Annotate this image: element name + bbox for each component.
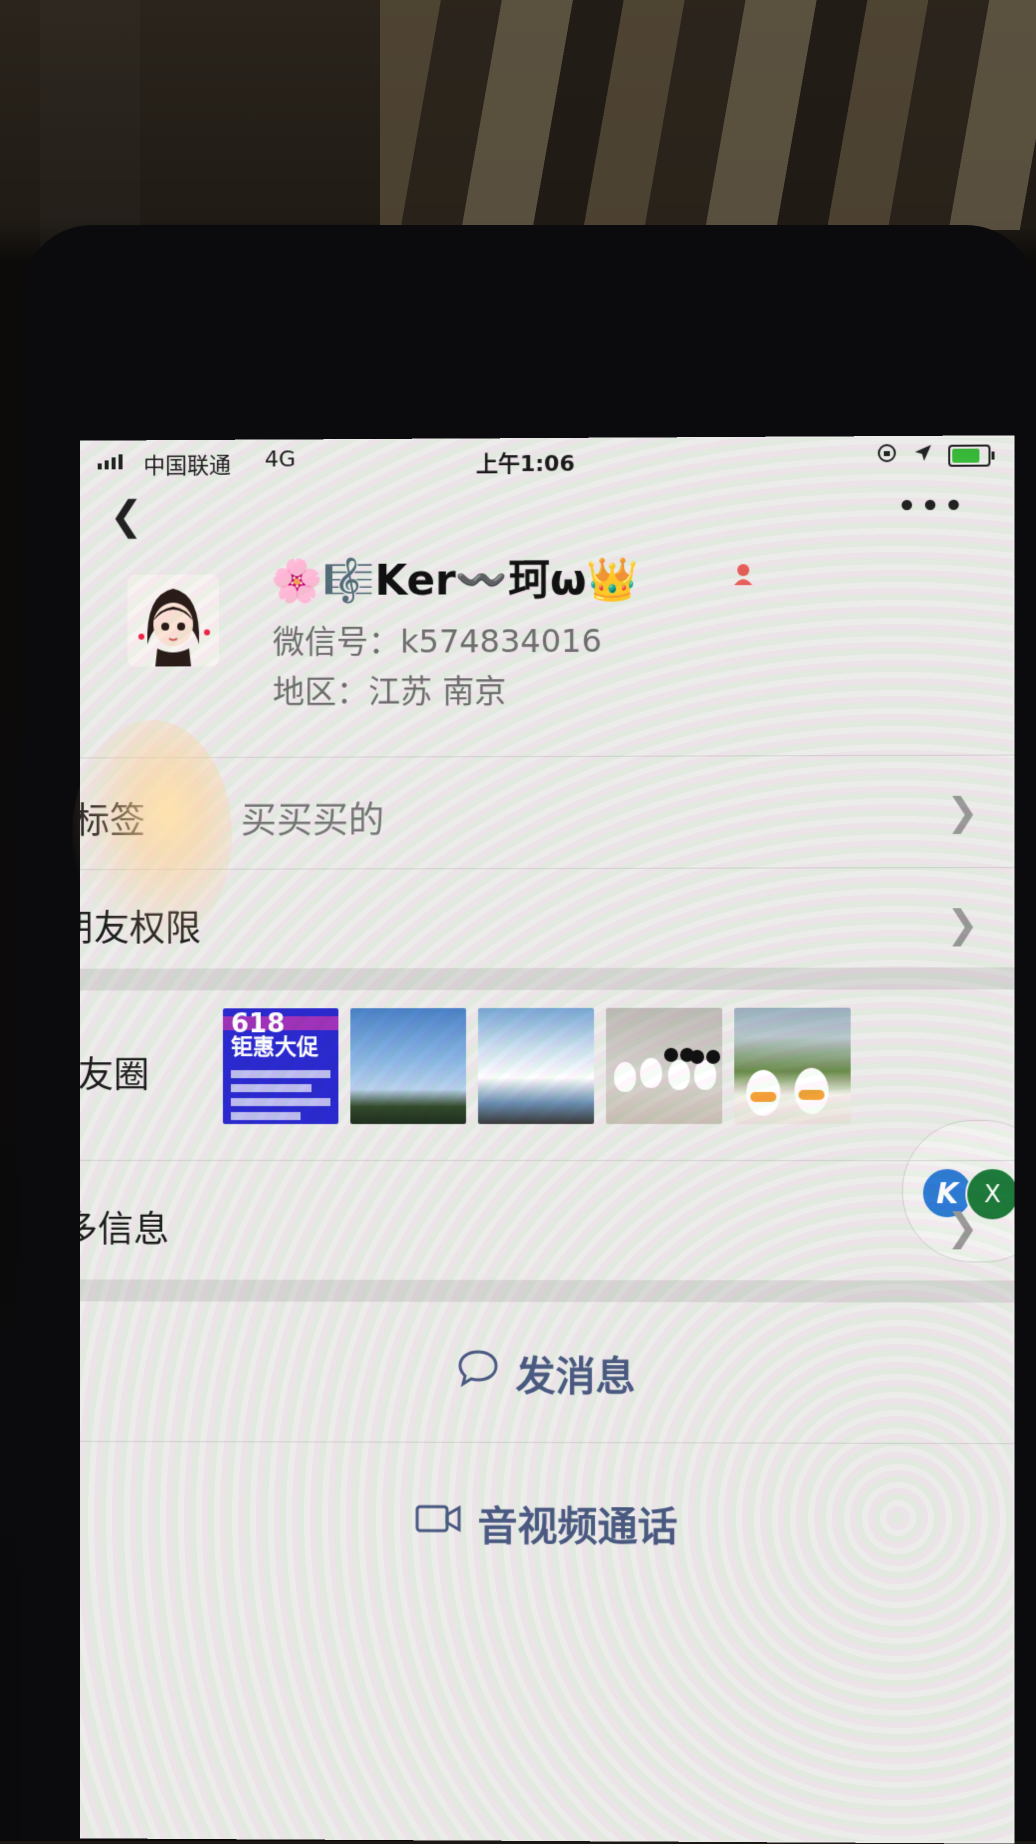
more-options-icon[interactable]: ••• — [896, 486, 966, 527]
action-divider — [80, 1441, 1015, 1444]
fabric-background — [380, 0, 1036, 230]
section-divider — [80, 1279, 1015, 1302]
back-icon[interactable]: ❮ — [110, 496, 143, 536]
section-divider — [80, 967, 1015, 990]
signal-icon — [98, 454, 123, 469]
video-call-label: 音视频通话 — [478, 1494, 678, 1553]
tags-row[interactable]: 标签 买买买的 ❯ — [80, 755, 1015, 870]
carrier-label: 中国联通 — [143, 448, 230, 480]
moments-row[interactable]: 朋友圈 618 钜惠大促 — [80, 989, 1015, 1160]
moments-thumb-promo[interactable]: 618 钜惠大促 — [223, 1008, 338, 1124]
moments-thumb-sky[interactable] — [350, 1008, 466, 1124]
chat-bubble-icon — [456, 1348, 500, 1398]
chevron-right-icon: ❯ — [946, 790, 978, 834]
phone-screen: 中国联通 4G 上午1:06 ❮ ••• 🌸🎼Ker〰️珂ω👑 微信号：k574… — [80, 435, 1015, 1843]
moments-thumb-ducks[interactable] — [734, 1008, 850, 1124]
friend-permissions-row[interactable]: 朋友权限 ❯ — [80, 867, 1015, 970]
more-info-label: 更多信息 — [80, 1201, 169, 1253]
send-message-button[interactable]: 发消息 — [80, 1317, 1015, 1429]
chevron-right-icon: ❯ — [946, 902, 978, 946]
friend-permissions-label: 朋友权限 — [80, 900, 201, 952]
send-message-label: 发消息 — [516, 1344, 636, 1402]
location-icon — [912, 442, 934, 470]
moments-thumb-toys[interactable] — [606, 1008, 722, 1124]
moments-thumbnails: 618 钜惠大促 — [223, 1008, 851, 1124]
moments-label: 朋友圈 — [80, 1046, 150, 1098]
status-clock: 上午1:06 — [476, 446, 575, 479]
chevron-right-icon: ❯ — [946, 1205, 978, 1249]
wechat-id: 微信号：k574834016 — [273, 616, 602, 663]
tags-label: 标签 — [80, 792, 146, 844]
moments-thumb-clouds[interactable] — [478, 1008, 594, 1124]
nickname: 🌸🎼Ker〰️珂ω👑 — [271, 546, 639, 609]
video-camera-icon — [414, 1500, 462, 1546]
status-bar: 中国联通 4G 上午1:06 — [80, 435, 1015, 488]
rotation-lock-icon — [876, 442, 898, 470]
promo-subtitle: 钜惠大促 — [231, 1036, 319, 1060]
avatar[interactable] — [128, 574, 219, 666]
battery-icon — [948, 445, 990, 467]
battery-level-fill — [952, 449, 979, 463]
region: 地区：江苏 南京 — [273, 666, 507, 713]
network-label: 4G — [265, 447, 296, 472]
more-info-row[interactable]: 更多信息 ❯ — [80, 1160, 1015, 1282]
tags-value: 买买买的 — [241, 791, 384, 843]
video-call-button[interactable]: 音视频通话 — [80, 1467, 1015, 1580]
gender-female-icon — [730, 561, 756, 587]
